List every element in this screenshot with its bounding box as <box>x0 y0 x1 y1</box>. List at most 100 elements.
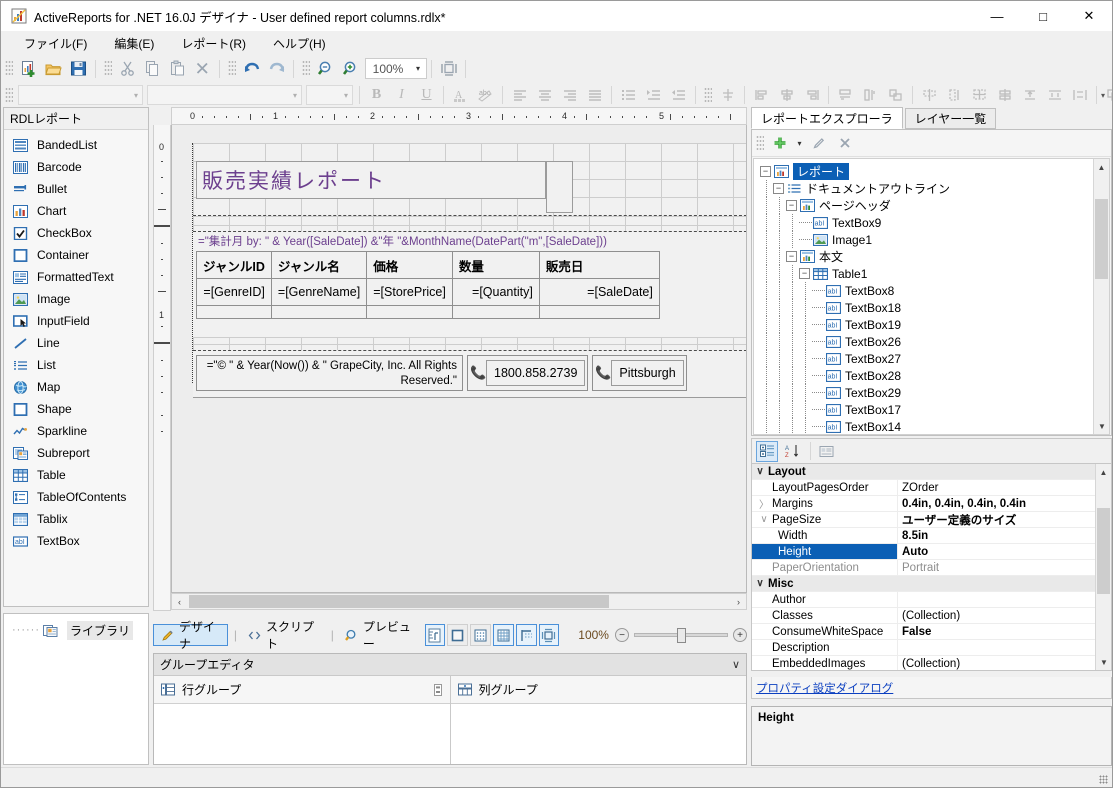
tree-node[interactable]: abI TextBox19 <box>760 316 1109 333</box>
highlight-icon[interactable]: abc <box>474 84 497 106</box>
scroll-up-arrow-icon[interactable]: ▲ <box>1096 464 1111 480</box>
align-center-icon[interactable] <box>533 84 556 106</box>
toolbar-grip-3[interactable] <box>228 60 236 77</box>
property-row[interactable]: PaperOrientation Portrait <box>752 560 1111 576</box>
toolbox-item-image[interactable]: Image <box>4 288 148 310</box>
tree-collapse-icon[interactable]: − <box>786 200 797 211</box>
save-icon[interactable] <box>67 58 90 80</box>
report-canvas[interactable]: 販売実績レポート ="集計月 by: " & Year([SaleDate]) … <box>171 125 747 593</box>
menu-help[interactable]: ヘルプ(H) <box>264 32 335 55</box>
close-button[interactable]: ✕ <box>1066 1 1112 31</box>
report-page[interactable]: 販売実績レポート ="集計月 by: " & Year([SaleDate]) … <box>192 143 746 398</box>
row-group-header[interactable]: 行グループ <box>154 676 450 704</box>
property-value[interactable]: 8.5in <box>898 528 1111 543</box>
space-grid-icon[interactable] <box>1068 84 1091 106</box>
underline-button[interactable]: U <box>415 84 438 106</box>
zoom-in-icon[interactable] <box>339 58 362 80</box>
page-header-band[interactable]: 販売実績レポート <box>193 143 746 215</box>
scroll-thumb[interactable] <box>1095 199 1108 279</box>
chevron-down-icon[interactable]: ▾ <box>410 64 426 73</box>
scroll-down-arrow-icon[interactable]: ▼ <box>1094 418 1109 434</box>
property-value[interactable] <box>898 640 1111 655</box>
tree-node[interactable]: abI TextBox28 <box>760 367 1109 384</box>
tree-node[interactable]: abI TextBox14 <box>760 418 1109 434</box>
footer-phone-group[interactable]: 📞 1800.858.2739 <box>467 355 589 391</box>
indent-decrease-icon[interactable] <box>667 84 690 106</box>
align-top-icon[interactable] <box>750 84 773 106</box>
group-expression-textbox[interactable]: ="集計月 by: " & Year([SaleDate]) &"年 "&Mon… <box>196 232 736 250</box>
zoom-slider[interactable]: 100% − + <box>578 628 747 643</box>
chevron-down-icon[interactable]: ▾ <box>293 91 297 100</box>
tree-node[interactable]: Image1 <box>760 231 1109 248</box>
zoom-thumb[interactable] <box>676 628 686 643</box>
toolbox-item-line[interactable]: Line <box>4 332 148 354</box>
explorer-toolbar-grip[interactable] <box>756 134 764 152</box>
delete-x-icon[interactable] <box>834 133 856 154</box>
property-value[interactable] <box>898 592 1111 607</box>
table-header-cell[interactable]: ジャンル名 <box>270 251 368 279</box>
align-left-icon[interactable] <box>508 84 531 106</box>
menu-report[interactable]: レポート(R) <box>172 32 255 55</box>
group-editor-header[interactable]: グループエディタ ∨ <box>154 654 746 676</box>
table-data-cell[interactable]: =[GenreID] <box>196 278 272 306</box>
space-across-icon[interactable] <box>968 84 991 106</box>
tree-vertical-scrollbar[interactable]: ▲ ▼ <box>1093 159 1109 434</box>
zoom-out-icon[interactable] <box>314 58 337 80</box>
property-value[interactable]: (Collection) <box>898 656 1111 670</box>
property-row[interactable]: ConsumeWhiteSpace False <box>752 624 1111 640</box>
footer-city-textbox[interactable]: Pittsburgh <box>611 360 684 386</box>
zoom-combo[interactable]: 100% ▾ <box>365 58 427 79</box>
tree-node[interactable]: abI TextBox26 <box>760 333 1109 350</box>
table-data-cell[interactable]: =[StorePrice] <box>366 278 453 306</box>
toggle-snap-to-grid[interactable] <box>538 624 560 646</box>
property-row[interactable]: EmbeddedImages (Collection) <box>752 656 1111 670</box>
scroll-thumb[interactable] <box>189 595 609 608</box>
space-vertical-icon[interactable] <box>1018 84 1041 106</box>
table-data-cell[interactable]: =[Quantity] <box>451 278 540 306</box>
delete-icon[interactable] <box>191 58 214 80</box>
toolbox-item-table[interactable]: Table <box>4 464 148 486</box>
toggle-snap-lines[interactable] <box>515 624 537 646</box>
tab-script[interactable]: スクリプト <box>241 620 325 651</box>
tab-layer-list[interactable]: レイヤー一覧 <box>904 108 997 129</box>
undo-icon[interactable] <box>240 58 263 80</box>
table-header-row[interactable]: ジャンルID ジャンル名 価格 数量 販売日 <box>196 251 660 279</box>
toolbox-item-sparkline[interactable]: Sparkline <box>4 420 148 442</box>
menu-file[interactable]: ファイル(F) <box>15 32 96 55</box>
alphabetical-sort-icon[interactable]: A Z <box>781 441 803 462</box>
footer-city-group[interactable]: 📞 Pittsburgh <box>592 355 687 391</box>
table-footer-row[interactable] <box>196 305 660 319</box>
report-title-textbox[interactable]: 販売実績レポート <box>196 161 546 199</box>
scroll-down-arrow-icon[interactable]: ▼ <box>1096 654 1111 670</box>
footer-phone-textbox[interactable]: 1800.858.2739 <box>486 360 586 386</box>
font-color-icon[interactable]: A <box>449 84 472 106</box>
table-spacer-cell[interactable] <box>538 305 660 319</box>
properties-grid[interactable]: ∨ Layout LayoutPagesOrder ZOrder 〉 Margins 0.4… <box>751 463 1112 671</box>
toolbox-item-map[interactable]: Map <box>4 376 148 398</box>
toolbox-item-bullet[interactable]: Bullet <box>4 178 148 200</box>
property-value[interactable]: ZOrder <box>898 480 1111 495</box>
scroll-up-arrow-icon[interactable]: ▲ <box>1094 159 1109 175</box>
chevron-down-icon[interactable]: ▾ <box>134 91 138 100</box>
toolbox-item-barcode[interactable]: Barcode <box>4 156 148 178</box>
property-row[interactable]: ∨ PageSize ユーザー定義のサイズ <box>752 512 1111 528</box>
align-middle-icon[interactable] <box>775 84 798 106</box>
maximize-button[interactable]: □ <box>1020 1 1066 31</box>
resize-grip[interactable] <box>1099 775 1108 784</box>
cut-icon[interactable] <box>116 58 139 80</box>
canvas-horizontal-scrollbar[interactable]: ‹ › <box>171 593 747 610</box>
toolbox-item-shape[interactable]: Shape <box>4 398 148 420</box>
property-row[interactable]: Width 8.5in <box>752 528 1111 544</box>
toolbox-item-container[interactable]: Container <box>4 244 148 266</box>
toolbar-grip-2[interactable] <box>104 60 112 77</box>
toolbox-item-textbox[interactable]: abI TextBox <box>4 530 148 552</box>
property-row[interactable]: Classes (Collection) <box>752 608 1111 624</box>
page-footer-band[interactable]: ="© " & Year(Now()) & " GrapeCity, Inc. … <box>193 351 746 397</box>
horizontal-ruler[interactable]: 0 1 2 3 4 5 <box>171 107 747 125</box>
properties-scrollbar[interactable]: ▲ ▼ <box>1095 464 1111 670</box>
italic-button[interactable]: I <box>390 84 413 106</box>
align-bottom-icon[interactable] <box>800 84 823 106</box>
toggle-page-outline[interactable] <box>447 624 469 646</box>
property-row[interactable]: LayoutPagesOrder ZOrder <box>752 480 1111 496</box>
align-toolbar-grip[interactable] <box>704 86 712 104</box>
